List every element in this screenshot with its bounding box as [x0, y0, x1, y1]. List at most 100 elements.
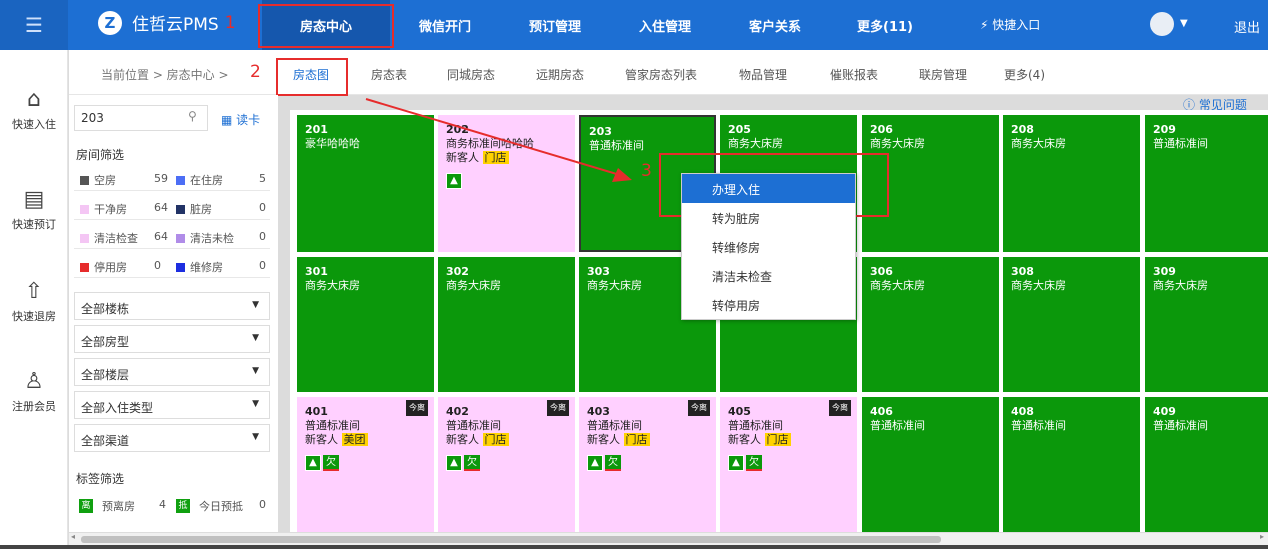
status-filter-item[interactable]: 脏房	[176, 201, 212, 217]
departing-today-badge: 今离	[688, 400, 710, 416]
status-filter-item[interactable]: 干净房	[80, 201, 127, 217]
nav-wechat-door[interactable]: 微信开门	[400, 0, 490, 50]
channel-select[interactable]: 全部渠道 ▼	[74, 424, 270, 452]
room-number: 202	[446, 123, 469, 136]
room-type: 普通标准间	[1011, 419, 1066, 432]
nav-customer[interactable]: 客户关系	[730, 0, 820, 50]
status-filter-row: 清洁检查 64 清洁未检 0	[74, 226, 270, 249]
room-card-202[interactable]: 202 商务标准间哈哈哈 新客人 门店 ▲	[438, 115, 575, 252]
chevron-down-icon[interactable]: ▼	[1180, 18, 1188, 29]
search-icon[interactable]: ⚲	[188, 109, 197, 123]
context-menu-item[interactable]: 转维修房	[682, 232, 855, 261]
status-filter-item[interactable]: 清洁检查	[80, 230, 138, 246]
context-menu-item[interactable]: 清洁未检查	[682, 261, 855, 290]
tab-more[interactable]: 更多(4)	[1004, 66, 1045, 83]
status-filter-item[interactable]: 维修房	[176, 259, 223, 275]
context-menu-item[interactable]: 转停用房	[682, 290, 855, 319]
document-icon: ▤	[23, 187, 45, 212]
room-card-308[interactable]: 308 商务大床房	[1003, 257, 1140, 392]
status-filter-item[interactable]: 停用房	[80, 259, 127, 275]
room-card-301[interactable]: 301 商务大床房	[297, 257, 434, 392]
room-card-405[interactable]: 405 普通标准间 新客人 门店 今离 ▲ 欠	[720, 397, 857, 532]
guest-line: 新客人 门店	[446, 433, 509, 446]
room-card-209[interactable]: 209 普通标准间	[1145, 115, 1268, 252]
tab-room-table[interactable]: 房态表	[371, 66, 407, 83]
room-type: 普通标准间	[728, 419, 783, 432]
tab-future-rooms[interactable]: 远期房态	[536, 66, 584, 83]
room-card-208[interactable]: 208 商务大床房	[1003, 115, 1140, 252]
room-card-406[interactable]: 406 普通标准间	[862, 397, 999, 532]
scroll-right-icon[interactable]: ▸	[1260, 532, 1264, 541]
sub-navigation: 当前位置 > 房态中心 > 2 房态图 房态表 同城房态 远期房态 管家房态列表…	[69, 50, 1268, 95]
avatar[interactable]	[1150, 12, 1174, 36]
room-card-402[interactable]: 402 普通标准间 新客人 门店 今离 ▲ 欠	[438, 397, 575, 532]
room-card-409[interactable]: 409 普通标准间	[1145, 397, 1268, 532]
chevron-down-icon: ▼	[252, 432, 259, 442]
room-card-401[interactable]: 401 普通标准间 新客人 美团 今离 ▲ 欠	[297, 397, 434, 532]
channel-badge: 美团	[341, 433, 368, 446]
status-filter-item[interactable]: 清洁未检	[176, 230, 234, 246]
room-type: 商务大床房	[728, 137, 783, 150]
room-card-306[interactable]: 306 商务大床房	[862, 257, 999, 392]
status-color-swatch	[176, 262, 185, 272]
quick-checkin-button[interactable]: ⌂ 快速入住	[0, 88, 68, 132]
bottom-edge	[0, 545, 1268, 549]
room-type: 商务大床房	[446, 279, 501, 292]
room-number: 406	[870, 405, 893, 418]
nav-checkin[interactable]: 入住管理	[620, 0, 710, 50]
room-number: 409	[1153, 405, 1176, 418]
read-card-button[interactable]: ▦ 读卡	[221, 111, 260, 128]
room-number: 302	[446, 265, 469, 278]
departing-today-badge: 今离	[829, 400, 851, 416]
status-filter-item[interactable]: 空房	[80, 172, 116, 188]
building-select[interactable]: 全部楼栋 ▼	[74, 292, 270, 320]
checkin-type-select[interactable]: 全部入住类型 ▼	[74, 391, 270, 419]
room-card-201[interactable]: 201 豪华哈哈哈	[297, 115, 434, 252]
scrollbar-thumb[interactable]	[81, 536, 941, 543]
room-card-309[interactable]: 309 商务大床房	[1145, 257, 1268, 392]
floor-select[interactable]: 全部楼层 ▼	[74, 358, 270, 386]
tab-city-rooms[interactable]: 同城房态	[447, 66, 495, 83]
tag-arriving-today[interactable]: 抵今日预抵	[176, 498, 243, 514]
tab-dunning-report[interactable]: 催账报表	[830, 66, 878, 83]
nav-booking[interactable]: 预订管理	[510, 0, 600, 50]
quick-booking-button[interactable]: ▤ 快速预订	[0, 188, 68, 232]
status-filter-item[interactable]: 在住房	[176, 172, 223, 188]
annotation-box-1	[258, 4, 394, 48]
tag-filter-row: 离预离房 4 抵今日预抵 0	[74, 494, 270, 517]
menu-icon[interactable]: ☰	[0, 0, 68, 50]
chevron-down-icon: ▼	[252, 399, 259, 409]
horizontal-scrollbar[interactable]: ◂ ▸	[69, 532, 1268, 545]
room-number: 209	[1153, 123, 1176, 136]
logout-button[interactable]: 退出	[1234, 17, 1260, 36]
room-number: 301	[305, 265, 328, 278]
room-number: 203	[589, 125, 612, 138]
annotation-1: 1	[224, 12, 236, 33]
room-type-select[interactable]: 全部房型 ▼	[74, 325, 270, 353]
nav-more[interactable]: 更多(11)	[840, 0, 930, 50]
register-member-button[interactable]: ♙ 注册会员	[0, 370, 68, 414]
channel-badge: 门店	[482, 433, 509, 446]
context-menu-item[interactable]: 转为脏房	[682, 203, 855, 232]
room-type: 商务大床房	[1011, 137, 1066, 150]
status-color-swatch	[80, 262, 89, 272]
room-type: 普通标准间	[305, 419, 360, 432]
quick-checkout-button[interactable]: ⇧ 快速退房	[0, 280, 68, 324]
tag-departing[interactable]: 离预离房	[79, 498, 135, 514]
departing-today-badge: 今离	[547, 400, 569, 416]
context-menu-item[interactable]: 办理入住	[682, 174, 855, 203]
room-card-403[interactable]: 403 普通标准间 新客人 门店 今离 ▲ 欠	[579, 397, 716, 532]
room-type: 普通标准间	[1153, 137, 1208, 150]
room-type: 商务大床房	[305, 279, 360, 292]
room-card-302[interactable]: 302 商务大床房	[438, 257, 575, 392]
status-color-swatch	[176, 204, 185, 214]
scroll-left-icon[interactable]: ◂	[71, 532, 75, 541]
room-icons: ▲ 欠	[587, 455, 708, 471]
quick-entry-link[interactable]: ⚡ 快捷入口	[980, 16, 1040, 33]
departing-tag-icon: 离	[79, 499, 93, 513]
status-filter-row: 干净房 64 脏房 0	[74, 197, 270, 220]
room-card-408[interactable]: 408 普通标准间	[1003, 397, 1140, 532]
tab-housekeeping-list[interactable]: 管家房态列表	[625, 66, 697, 83]
tab-items[interactable]: 物品管理	[739, 66, 787, 83]
tab-linked-rooms[interactable]: 联房管理	[919, 66, 967, 83]
